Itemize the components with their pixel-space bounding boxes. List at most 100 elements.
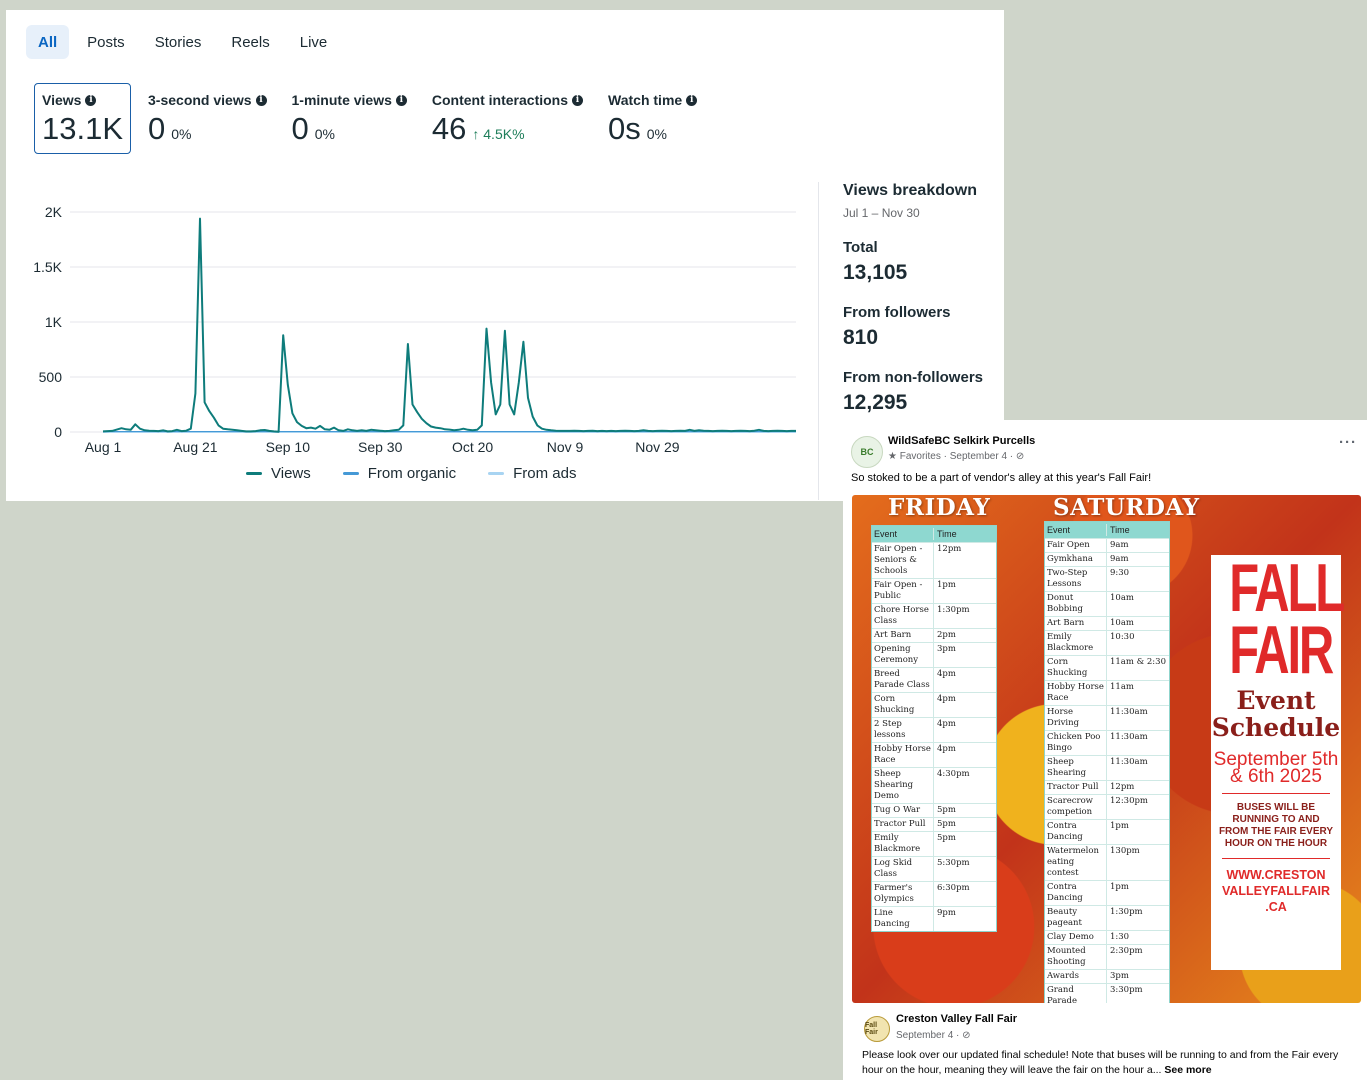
tab-reels[interactable]: Reels	[219, 25, 281, 59]
series-views-line[interactable]	[102, 217, 796, 433]
facebook-post: BC WildSafeBC Selkirk Purcells ★ Favorit…	[843, 420, 1367, 1080]
time-cell: 1pm	[937, 580, 956, 590]
tab-posts[interactable]: Posts	[75, 25, 137, 59]
more-options-icon[interactable]: ···	[1339, 434, 1357, 451]
metric-label: 3-second views	[148, 92, 252, 108]
x-tick-label: Sep 30	[358, 439, 403, 455]
metric-value-wrap: 13.1K	[42, 111, 123, 147]
info-icon[interactable]: i	[85, 94, 97, 106]
shared-page-name[interactable]: Creston Valley Fall Fair	[896, 1013, 1017, 1025]
time-cell: 2:30pm	[1110, 946, 1143, 956]
info-icon[interactable]: i	[395, 94, 407, 106]
y-tick-label: 1K	[45, 314, 63, 330]
legend-item-views[interactable]: Views	[246, 465, 311, 482]
event-cell: Corn Shucking	[1045, 656, 1107, 680]
legend-item-from-ads[interactable]: From ads	[488, 465, 576, 482]
event-cell: Contra Dancing	[1045, 820, 1107, 844]
table-row: Contra Dancing 1pm	[1045, 880, 1169, 905]
time-cell: 12:30pm	[1110, 796, 1148, 806]
x-tick-label: Aug 21	[173, 439, 218, 455]
table-row: Hobby Horse Race 11am	[1045, 680, 1169, 705]
metric-label: 1-minute views	[291, 92, 392, 108]
non-followers-value: 12,295	[843, 391, 908, 414]
time-cell: 3pm	[937, 644, 956, 654]
metric-watch-time[interactable]: Watch time i 0s 0%	[600, 83, 705, 154]
shared-page-avatar[interactable]: Fall Fair	[864, 1016, 890, 1042]
legend-item-from-organic[interactable]: From organic	[342, 465, 456, 482]
see-more-link[interactable]: See more	[1164, 1064, 1211, 1076]
event-cell: Sheep Shearing Demo	[872, 768, 934, 803]
event-cell: Hobby Horse Race	[872, 743, 934, 767]
event-cell: Horse Driving	[1045, 706, 1107, 730]
event-cell: Emily Blackmore	[1045, 631, 1107, 655]
info-icon[interactable]: i	[572, 94, 584, 106]
metric-views[interactable]: Views i 13.1K	[34, 83, 132, 154]
metric-content-interactions[interactable]: Content interactions i 46 ↑ 4.5K%	[424, 83, 591, 154]
saturday-schedule-table: Event Time Fair Open 9am Gymkhana 9am Two-St…	[1044, 521, 1170, 1003]
table-header: Event Time	[872, 526, 996, 542]
divider-line	[1222, 793, 1330, 794]
event-cell: Line Dancing	[872, 907, 934, 931]
content-type-tabs: All Posts Stories Reels Live	[26, 25, 339, 59]
event-cell: Beauty pageant	[1045, 906, 1107, 930]
y-tick-label: 0	[54, 424, 62, 440]
table-row: Corn Shucking 11am & 2:30	[1045, 655, 1169, 680]
post-meta: ★ Favorites · September 4 · ⊘	[888, 451, 1025, 462]
y-tick-label: 2K	[45, 204, 63, 220]
friday-schedule-table: Event Time Fair Open - Seniors & Schools…	[871, 525, 997, 932]
legend-swatch	[246, 472, 262, 475]
info-icon[interactable]: i	[686, 94, 698, 106]
fair-website: WWW.CRESTON VALLEYFALLFAIR .CA	[1221, 868, 1331, 914]
time-cell: 10am	[1110, 593, 1134, 603]
event-cell: Opening Ceremony	[872, 643, 934, 667]
time-cell: 4:30pm	[937, 769, 970, 779]
table-row: Fair Open 9am	[1045, 538, 1169, 552]
metric-1-minute-views[interactable]: 1-minute views i 0 0%	[284, 83, 415, 154]
metric-change: 0%	[646, 126, 667, 142]
views-breakdown: Views breakdown Jul 1 – Nov 30 Total 13,…	[843, 182, 1003, 415]
panel-divider	[818, 182, 819, 500]
metric-value-wrap: 0 0%	[148, 111, 267, 147]
event-cell: Art Barn	[1045, 617, 1107, 630]
table-row: Chicken Poo Bingo 11:30am	[1045, 730, 1169, 755]
metric-change: ↑ 4.5K%	[472, 126, 525, 142]
event-cell: Donut Bobbing	[1045, 592, 1107, 616]
time-cell: 9pm	[937, 908, 956, 918]
metric-label-wrap: Watch time i	[608, 92, 698, 108]
event-cell: 2 Step lessons	[872, 718, 934, 742]
fall-fair-schedule-poster[interactable]: FRIDAY SATURDAY Event Time Fair Open - S…	[852, 495, 1361, 1003]
x-tick-label: Nov 9	[547, 439, 584, 455]
tab-all[interactable]: All	[26, 25, 70, 59]
time-cell: 1pm	[1110, 882, 1129, 892]
fair-dates: September 5th & 6th 2025	[1213, 749, 1339, 787]
time-cell: 3pm	[1110, 971, 1129, 981]
table-row: Art Barn 10am	[1045, 616, 1169, 630]
page-avatar[interactable]: BC	[851, 436, 883, 468]
friday-rows: Fair Open - Seniors & Schools 12pm Fair Op…	[872, 542, 996, 931]
fair-heading: FAIR	[1229, 612, 1334, 688]
table-row: Tug O War 5pm	[872, 803, 996, 817]
event-cell: Emily Blackmore	[872, 832, 934, 856]
table-row: Beauty pageant 1:30pm	[1045, 905, 1169, 930]
non-followers-label: From non-followers	[843, 369, 983, 386]
table-row: Sheep Shearing Demo 4:30pm	[872, 767, 996, 803]
event-cell: Clay Demo	[1045, 931, 1107, 944]
metric-value: 0s	[608, 111, 641, 146]
tab-live[interactable]: Live	[288, 25, 340, 59]
time-cell: 3:30pm	[1110, 985, 1143, 995]
info-icon[interactable]: i	[255, 94, 267, 106]
views-line-chart[interactable]: 0 500 1K 1.5K 2K Aug 1 Aug 21 Sep 10 Sep 30 Oct 2…	[6, 180, 816, 460]
time-cell: 11:30am	[1110, 732, 1148, 742]
table-row: Tractor Pull 5pm	[872, 817, 996, 831]
column-header-time: Time	[1110, 525, 1130, 535]
tab-stories[interactable]: Stories	[143, 25, 214, 59]
friday-title: FRIDAY	[888, 495, 991, 521]
page-name[interactable]: WildSafeBC Selkirk Purcells	[888, 435, 1035, 447]
shared-post-meta: September 4 · ⊘	[896, 1030, 971, 1041]
table-row: Emily Blackmore 10:30	[1045, 630, 1169, 655]
event-cell: Tractor Pull	[872, 818, 934, 831]
metric-label-wrap: Views i	[42, 92, 123, 108]
metric-3-second-views[interactable]: 3-second views i 0 0%	[140, 83, 275, 154]
time-cell: 2pm	[937, 630, 956, 640]
table-row: Emily Blackmore 5pm	[872, 831, 996, 856]
